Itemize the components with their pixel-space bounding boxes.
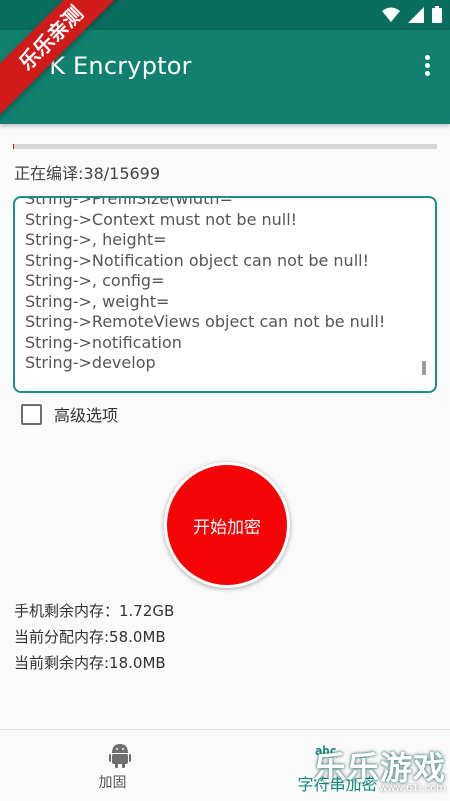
remaining-memory: 当前剩余内存:18.0MB	[14, 654, 166, 672]
android-icon	[109, 744, 131, 768]
log-line: String->, weight=	[25, 291, 170, 311]
log-scrollbar[interactable]	[422, 361, 426, 375]
wifi-icon	[382, 7, 400, 22]
log-output[interactable]: String->PrefillSize(width= String->Conte…	[13, 196, 437, 393]
status-icons	[382, 6, 442, 23]
overflow-dot-icon	[424, 71, 430, 76]
nav-label-harden: 加固	[98, 775, 127, 791]
allocated-memory: 当前分配内存:58.0MB	[14, 628, 166, 646]
phone-free-memory: 手机剩余内存：1.72GB	[14, 602, 175, 620]
start-encrypt-button[interactable]: 开始加密	[164, 462, 290, 588]
log-line: String->develop	[25, 353, 156, 372]
log-lines: String->PrefillSize(width= String->Conte…	[25, 196, 413, 374]
log-line: String->, height=	[25, 230, 167, 249]
log-line: String->, config=	[25, 271, 165, 290]
compile-progress-bar	[13, 144, 437, 149]
memory-info: 手机剩余内存：1.72GB 当前分配内存:58.0MB 当前剩余内存:18.0M…	[14, 598, 174, 676]
advanced-option[interactable]: 高级选项	[21, 402, 118, 426]
advanced-label: 高级选项	[54, 406, 119, 425]
overflow-menu-button[interactable]	[420, 52, 434, 82]
log-line: String->Context must not be null!	[25, 209, 298, 229]
progress-fill	[13, 144, 15, 149]
advanced-checkbox[interactable]	[21, 403, 42, 425]
log-line: String->RemoteViews object can not be nu…	[25, 312, 386, 331]
overflow-dot-icon	[424, 55, 430, 60]
overflow-dot-icon	[424, 63, 430, 68]
log-line: String->Notification object can not be n…	[25, 250, 369, 270]
watermark: 乐乐游戏 www.61l.com	[314, 743, 446, 794]
log-line: String->notification	[25, 332, 182, 352]
log-line: String->PrefillSize(width=	[25, 196, 233, 208]
signal-icon	[408, 6, 424, 23]
compile-status: 正在编译:38/15699	[14, 164, 161, 183]
nav-item-harden[interactable]: 加固	[0, 730, 225, 801]
battery-icon	[432, 6, 442, 23]
